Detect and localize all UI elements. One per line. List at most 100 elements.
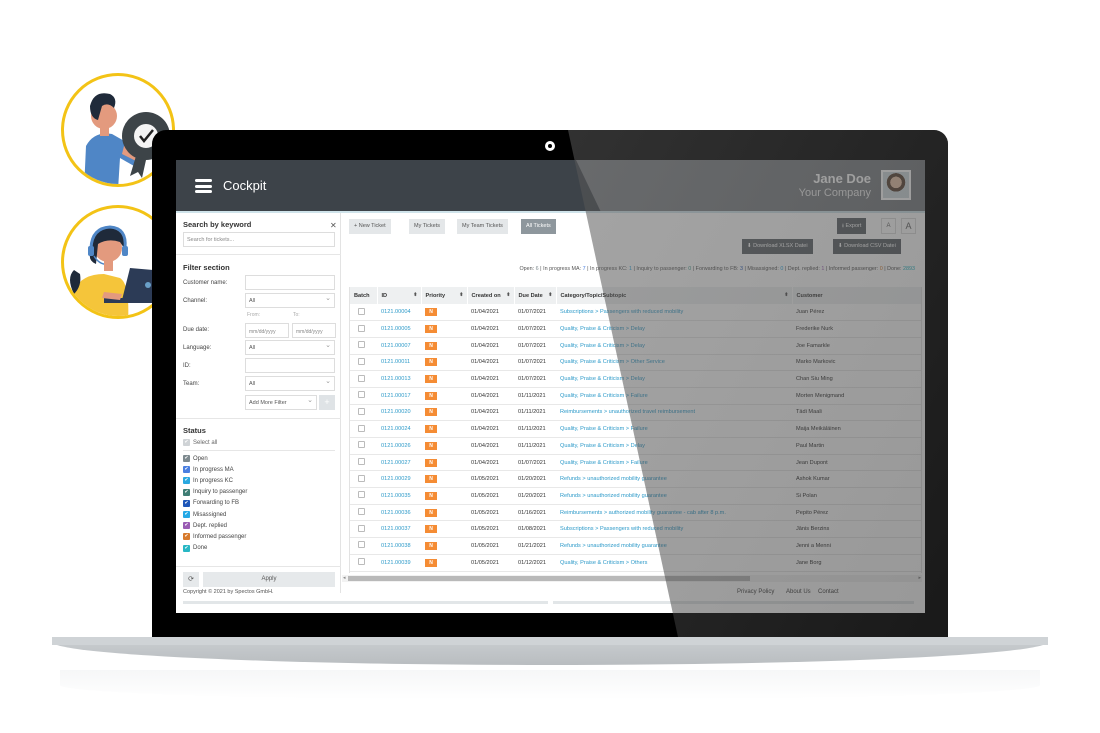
row-checkbox[interactable]	[358, 424, 365, 432]
select-all-checkbox[interactable]: ✔ Select all	[183, 438, 217, 447]
category-link[interactable]: Quality, Praise & Criticism > Failure	[556, 454, 792, 471]
category-link[interactable]: Quality, Praise & Criticism > Failure	[556, 387, 792, 404]
export-button[interactable]: ⭳ Export	[837, 218, 867, 234]
table-row[interactable]: 0121.00020 N 01/04/2021 01/11/2021 Reimburse…	[350, 404, 921, 421]
ticket-id-link[interactable]: 0121.00035	[377, 488, 421, 505]
table-row[interactable]: 0121.00035 N 01/05/2021 01/20/2021 Refunds >…	[350, 488, 921, 505]
column-header-created-on[interactable]: Created on ⬍	[467, 287, 515, 304]
row-checkbox[interactable]	[358, 391, 365, 399]
user-avatar[interactable]	[881, 170, 911, 200]
category-link[interactable]: Subscriptions > Passengers with reduced …	[556, 521, 792, 538]
hamburger-menu-icon[interactable]	[195, 179, 212, 193]
table-row[interactable]: 0121.00024 N 01/04/2021 01/11/2021 Quality, …	[350, 421, 921, 438]
row-checkbox[interactable]	[358, 508, 365, 516]
table-row[interactable]: 0121.00036 N 01/05/2021 01/16/2021 Reimburse…	[350, 504, 921, 521]
category-link[interactable]: Quality, Praise & Criticism > Others	[556, 554, 792, 571]
font-size-small-button[interactable]: A	[881, 218, 896, 234]
customer-name-input[interactable]	[245, 275, 335, 290]
status-checkbox[interactable]: ✔ In progress MA	[183, 465, 234, 474]
id-input[interactable]	[245, 358, 335, 373]
table-row[interactable]: 0121.00004 N 01/04/2021 01/07/2021 Subscript…	[350, 304, 921, 321]
ticket-id-link[interactable]: 0121.00037	[377, 521, 421, 538]
status-checkbox[interactable]: ✔ Dept. replied	[183, 521, 227, 530]
ticket-id-link[interactable]: 0121.00027	[377, 454, 421, 471]
my-tickets-button[interactable]: My Tickets	[409, 219, 445, 234]
category-link[interactable]: Quality, Praise & Criticism > Other Serv…	[556, 354, 792, 371]
new-ticket-button[interactable]: + New Ticket	[349, 219, 391, 234]
ticket-id-link[interactable]: 0121.00020	[377, 404, 421, 421]
table-row[interactable]: 0121.00005 N 01/04/2021 01/07/2021 Quality, …	[350, 321, 921, 338]
due-date-to-input[interactable]: mm/dd/yyyy	[292, 323, 336, 338]
category-link[interactable]: Reimbursements > authorized mobility gua…	[556, 504, 792, 521]
column-header-category[interactable]: Category/Topic/Subtopic ⬍	[556, 287, 793, 304]
category-link[interactable]: Quality, Praise & Criticism > Delay	[556, 371, 792, 388]
column-header-priority[interactable]: Priority ⬍	[421, 287, 468, 304]
table-row[interactable]: 0121.00039 N 01/05/2021 01/12/2021 Quality, …	[350, 554, 921, 571]
refresh-button[interactable]: ⟳	[183, 572, 199, 587]
category-link[interactable]: Refunds > unauthorized mobility guarante…	[556, 538, 792, 555]
scrollbar-thumb[interactable]	[348, 576, 750, 581]
row-checkbox[interactable]	[358, 341, 365, 349]
category-link[interactable]: Refunds > unauthorized mobility guarante…	[556, 488, 792, 505]
table-row[interactable]: 0121.00038 N 01/05/2021 01/21/2021 Refunds >…	[350, 538, 921, 555]
ticket-id-link[interactable]: 0121.00013	[377, 371, 421, 388]
row-checkbox[interactable]	[358, 324, 365, 332]
due-date-from-input[interactable]: mm/dd/yyyy	[245, 323, 289, 338]
scroll-left-icon[interactable]: ◂	[343, 575, 346, 581]
row-checkbox[interactable]	[358, 441, 365, 449]
category-link[interactable]: Quality, Praise & Criticism > Failure	[556, 421, 792, 438]
horizontal-scrollbar[interactable]: ◂ ▸	[342, 575, 922, 582]
row-checkbox[interactable]	[358, 491, 365, 499]
column-header-due-date[interactable]: Due Date ⬍	[514, 287, 557, 304]
ticket-id-link[interactable]: 0121.00017	[377, 387, 421, 404]
my-team-tickets-button[interactable]: My Team Tickets	[457, 219, 508, 234]
sort-icon[interactable]: ⬍	[506, 292, 510, 298]
table-row[interactable]: 0121.00007 N 01/04/2021 01/07/2021 Quality, …	[350, 337, 921, 355]
column-header-id[interactable]: ID ⬍	[377, 287, 422, 304]
table-row[interactable]: 0121.00027 N 01/04/2021 01/07/2021 Quality, …	[350, 454, 921, 471]
status-checkbox[interactable]: ✔ Done	[183, 544, 207, 553]
row-checkbox[interactable]	[358, 307, 365, 315]
search-input[interactable]: Search for tickets...	[183, 232, 335, 247]
row-checkbox[interactable]	[358, 558, 365, 566]
user-name[interactable]: Jane Doe	[813, 171, 871, 186]
ticket-id-link[interactable]: 0121.00039	[377, 554, 421, 571]
category-link[interactable]: Quality, Praise & Criticism > Delay	[556, 438, 792, 455]
table-row[interactable]: 0121.00017 N 01/04/2021 01/11/2021 Quality, …	[350, 387, 921, 405]
download-xlsx-button[interactable]: ⬇ Download XLSX Datei	[742, 239, 813, 254]
ticket-id-link[interactable]: 0121.00005	[377, 321, 421, 338]
sort-icon[interactable]: ⬍	[459, 292, 463, 298]
row-checkbox[interactable]	[358, 524, 365, 532]
row-checkbox[interactable]	[358, 357, 365, 365]
row-checkbox[interactable]	[358, 458, 365, 466]
status-checkbox[interactable]: ✔ Informed passenger	[183, 532, 246, 541]
row-checkbox[interactable]	[358, 374, 365, 382]
status-checkbox[interactable]: ✔ Forwarding to FB	[183, 499, 239, 508]
category-link[interactable]: Subscriptions > Passengers with reduced …	[556, 304, 792, 321]
team-select[interactable]: All	[245, 376, 335, 391]
channel-select[interactable]: All	[245, 293, 335, 308]
about-us-link[interactable]: About Us	[786, 589, 811, 595]
privacy-policy-link[interactable]: Privacy Policy	[737, 589, 774, 595]
scroll-right-icon[interactable]: ▸	[918, 575, 921, 581]
font-size-large-button[interactable]: A	[901, 218, 916, 234]
status-checkbox[interactable]: ✔ Inquiry to passenger	[183, 488, 247, 497]
close-icon[interactable]: ✕	[330, 221, 337, 230]
sort-icon[interactable]: ⬍	[784, 292, 788, 298]
table-row[interactable]: 0121.00037 N 01/05/2021 01/08/2021 Subscript…	[350, 521, 921, 538]
ticket-id-link[interactable]: 0121.00036	[377, 504, 421, 521]
ticket-id-link[interactable]: 0121.00024	[377, 421, 421, 438]
download-csv-button[interactable]: ⬇ Download CSV Datei	[833, 239, 901, 254]
ticket-id-link[interactable]: 0121.00011	[377, 354, 421, 371]
row-checkbox[interactable]	[358, 541, 365, 549]
category-link[interactable]: Quality, Praise & Criticism > Delay	[556, 337, 792, 354]
table-row[interactable]: 0121.00011 N 01/04/2021 01/07/2021 Quality, …	[350, 354, 921, 371]
table-row[interactable]: 0121.00029 N 01/05/2021 01/20/2021 Refunds >…	[350, 471, 921, 488]
table-row[interactable]: 0121.00013 N 01/04/2021 01/07/2021 Quality, …	[350, 371, 921, 388]
status-checkbox[interactable]: ✔ Misassigned	[183, 510, 226, 519]
language-select[interactable]: All	[245, 340, 335, 355]
add-filter-button[interactable]: +	[319, 395, 335, 410]
add-more-filter-select[interactable]: Add More Filter	[245, 395, 317, 410]
contact-link[interactable]: Contact	[818, 589, 839, 595]
ticket-id-link[interactable]: 0121.00026	[377, 438, 421, 455]
